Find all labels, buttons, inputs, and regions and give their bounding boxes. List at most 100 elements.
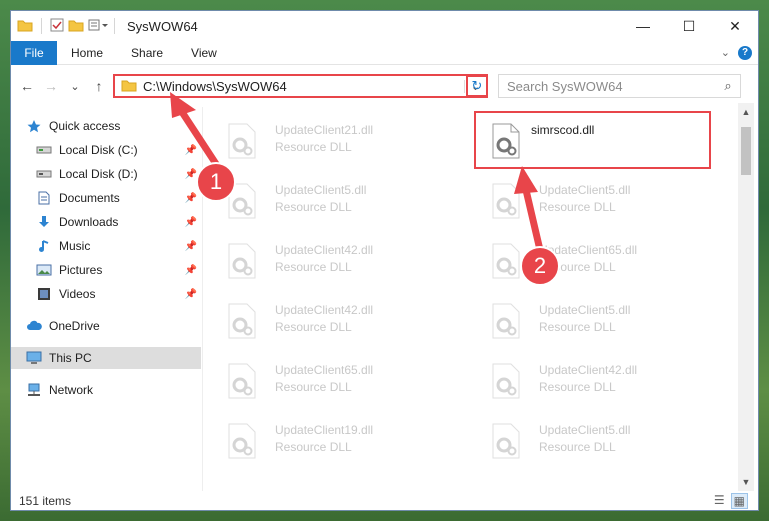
details-view-icon[interactable]: ☰ [714,493,725,509]
file-item[interactable]: UpdateClient65.dll Resource DLL [211,359,451,407]
sidebar-item-label: This PC [49,351,92,365]
sidebar-item-local-disk-d[interactable]: Local Disk (D:) 📌 [11,163,201,185]
new-folder-icon[interactable] [68,18,84,35]
sidebar-item-label: Local Disk (D:) [59,167,138,181]
address-bar[interactable]: C:\Windows\SysWOW64 ⌄ [113,74,488,98]
vertical-scrollbar[interactable]: ▲ ▼ [738,103,754,491]
file-type: Resource DLL [275,440,352,454]
pin-icon[interactable]: 📌 [185,289,197,300]
file-type: Resource DLL [539,440,616,454]
up-button[interactable]: ↑ [87,78,111,94]
file-item[interactable]: UpdateClient5.dll Resource DLL [475,179,715,227]
pin-icon[interactable]: 📌 [185,265,197,276]
folder-icon [17,18,33,35]
drive-icon [35,143,53,157]
help-icon[interactable]: ? [738,45,752,60]
sidebar-item-label: Music [59,239,91,253]
file-item[interactable]: UpdateClient42.dll Resource DLL [211,299,451,347]
sidebar-item-videos[interactable]: Videos 📌 [11,283,201,305]
sidebar-item-documents[interactable]: Documents 📌 [11,187,201,209]
file-type: Resource DLL [275,260,352,274]
dll-file-icon [491,243,521,279]
computer-icon [25,351,43,365]
drive-icon [35,167,53,181]
back-button[interactable]: ← [15,78,39,94]
scrollbar-thumb[interactable] [741,127,751,175]
file-type: Resource DLL [275,320,352,334]
view-switcher: ☰ ▦ [714,493,758,509]
file-type: Resource DLL [539,380,616,394]
search-input[interactable]: Search SysWOW64 ⌕ [498,74,741,98]
quick-access-toolbar [11,18,110,35]
pin-icon[interactable]: 📌 [185,169,197,180]
window-controls: — ☐ ✕ [620,11,758,41]
scroll-up-icon[interactable]: ▲ [738,107,754,117]
file-item[interactable]: UpdateClient19.dll Resource DLL [211,419,451,467]
file-item[interactable]: UpdateClient42.dll Resource DLL [475,359,715,407]
customize-toolbar-icon[interactable] [88,18,110,35]
file-item[interactable]: UpdateClient42.dll Resource DLL [211,239,451,287]
pin-icon[interactable]: 📌 [185,145,197,156]
file-name: UpdateClient5.dll [539,183,631,197]
expand-ribbon-icon[interactable]: ⌄ [721,46,730,59]
file-name: UpdateClient42.dll [539,363,638,377]
videos-icon [35,287,53,301]
file-type: Resource DLL [275,200,352,214]
sidebar-item-network[interactable]: Network [11,379,201,401]
file-name: UpdateClient65.dll [275,363,374,377]
address-path[interactable]: C:\Windows\SysWOW64 [143,79,287,94]
pin-icon[interactable]: 📌 [185,217,197,228]
maximize-button[interactable]: ☐ [666,11,712,41]
sidebar-item-label: Quick access [49,119,121,133]
folder-icon [121,78,137,95]
ribbon-tabs: File Home Share View ⌄ ? [11,40,758,65]
file-item[interactable]: UpdateClient21.dll Resource DLL [211,119,451,167]
sidebar-item-onedrive[interactable]: OneDrive [11,315,201,337]
file-item[interactable]: UpdateClient5.dll Resource DLL [211,179,451,227]
title-bar: SysWOW64 — ☐ ✕ [11,11,758,41]
pin-icon[interactable]: 📌 [185,193,197,204]
properties-icon[interactable] [50,18,64,35]
scroll-down-icon[interactable]: ▼ [738,477,754,487]
file-item[interactable]: UpdateClient5.dll Resource DLL [475,419,715,467]
forward-button[interactable]: → [39,78,63,94]
dll-file-icon [491,183,521,219]
minimize-button[interactable]: — [620,11,666,41]
toolbar-divider [41,18,42,34]
sidebar-item-label: Videos [59,287,96,301]
file-name: UpdateClient5.dll [539,423,631,437]
sidebar-item-label: OneDrive [49,319,100,333]
step-badge-1: 1 [196,162,236,202]
file-name: UpdateClient19.dll [275,423,374,437]
file-item[interactable]: UpdateClient5.dll Resource DLL [475,299,715,347]
sidebar-item-quick-access[interactable]: Quick access [11,115,201,137]
tab-home[interactable]: Home [57,46,117,60]
sidebar-item-music[interactable]: Music 📌 [11,235,201,257]
sidebar-item-downloads[interactable]: Downloads 📌 [11,211,201,233]
tab-view[interactable]: View [177,46,231,60]
title-divider [114,18,115,34]
pin-icon[interactable]: 📌 [185,241,197,252]
sidebar-item-local-disk-c[interactable]: Local Disk (C:) 📌 [11,139,201,161]
sidebar-item-pictures[interactable]: Pictures 📌 [11,259,201,281]
tab-share[interactable]: Share [117,46,177,60]
cloud-icon [25,319,43,333]
close-button[interactable]: ✕ [712,11,758,41]
navigation-pane: Quick access Local Disk (C:) 📌 Local Dis… [11,107,203,491]
sidebar-item-label: Pictures [59,263,103,277]
refresh-button[interactable]: ↻ [466,75,488,97]
large-icons-view-icon[interactable]: ▦ [730,493,748,509]
dll-file-icon [227,123,257,159]
dll-file-icon [227,303,257,339]
navigation-bar: ← → ⌄ ↑ C:\Windows\SysWOW64 ⌄ ↻ Search S… [11,71,758,101]
recent-locations-button[interactable]: ⌄ [63,80,87,93]
file-type: Resource DLL [539,320,616,334]
tab-file[interactable]: File [11,40,57,65]
file-type: Resource DLL [539,200,616,214]
dll-file-icon [227,243,257,279]
file-item[interactable]: UpdateClient65.dll Resource DLL [475,239,715,287]
ribbon-right: ⌄ ? [721,45,758,60]
file-name: UpdateClient21.dll [275,123,374,137]
sidebar-item-label: Network [49,383,94,397]
sidebar-item-this-pc[interactable]: This PC [11,347,201,369]
